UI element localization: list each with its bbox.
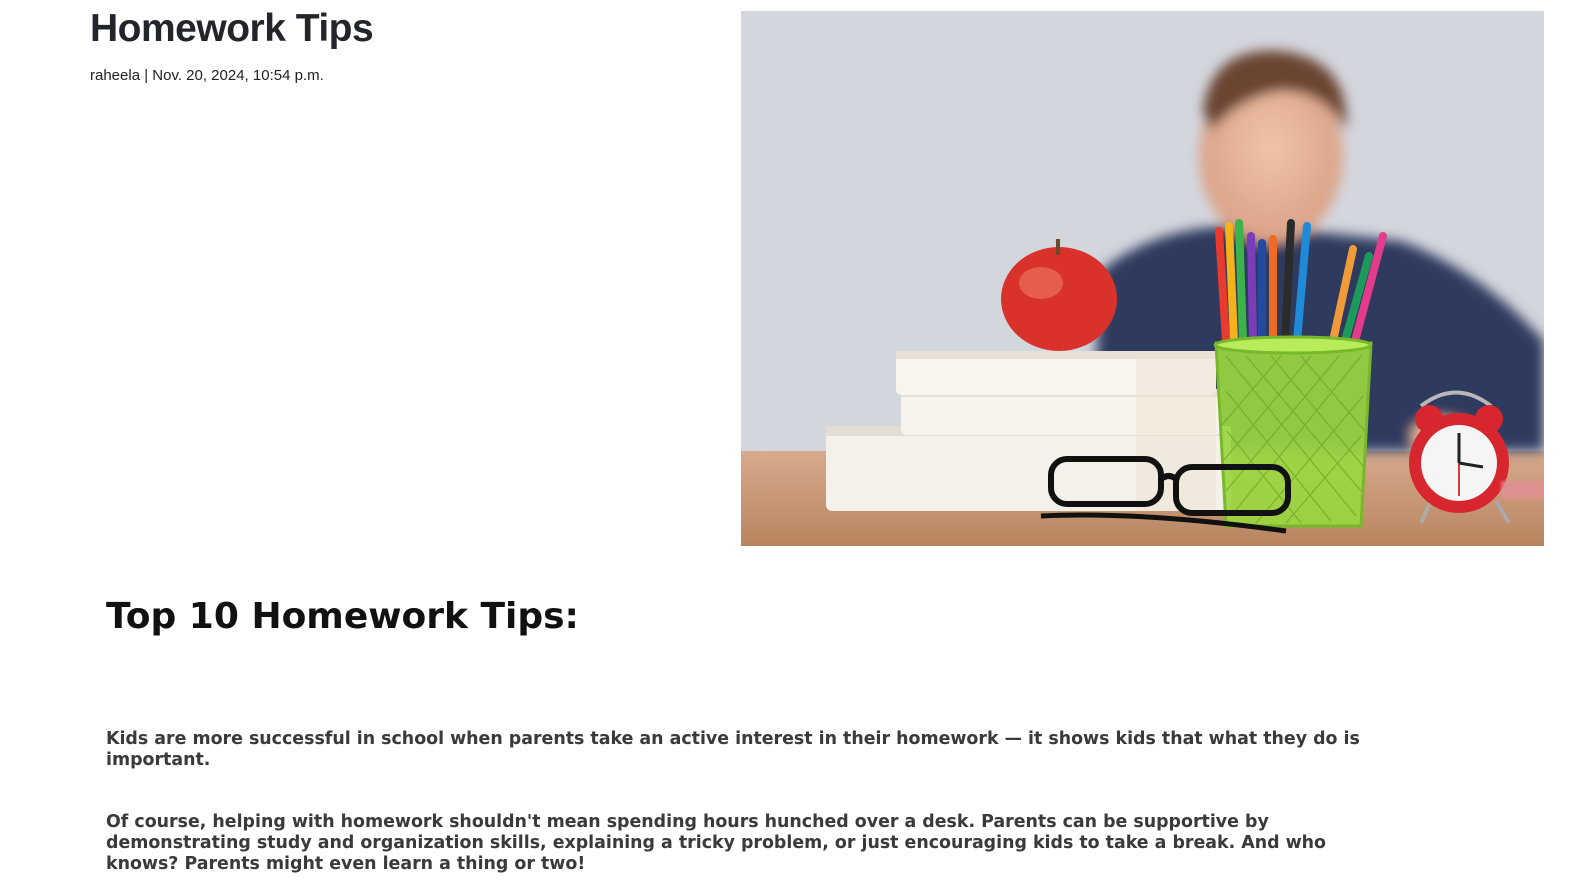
hero-image (741, 11, 1544, 546)
post-title: Homework Tips (90, 7, 374, 50)
post-meta: raheela | Nov. 20, 2024, 10:54 p.m. (90, 66, 324, 84)
article-heading: Top 10 Homework Tips: (106, 596, 579, 637)
hero-photo-illustration (741, 11, 1544, 546)
article-paragraph: Of course, helping with homework shouldn… (106, 812, 1326, 874)
article-paragraph: Kids are more successful in school when … (106, 729, 1360, 770)
post-header: Homework Tips raheela | Nov. 20, 2024, 1… (90, 7, 690, 84)
article-content: Top 10 Homework Tips: Kids are more succ… (106, 596, 1366, 874)
